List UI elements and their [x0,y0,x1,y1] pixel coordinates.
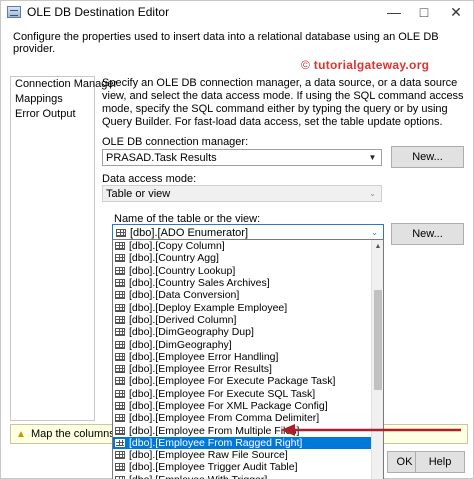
dropdown-scrollbar[interactable]: ▲ [371,240,383,479]
scroll-up-icon[interactable]: ▲ [372,240,383,252]
table-dropdown-item-label: [dbo].[Employee For XML Package Config] [129,400,328,412]
page-item-error-output[interactable]: Error Output [11,107,94,122]
table-dropdown-item-label: [dbo].[Employee For Execute Package Task… [129,375,336,388]
new-connection-button[interactable]: New... [391,146,464,168]
table-icon [115,315,125,324]
table-dropdown-item-label: [dbo].[DimGeography] [129,338,232,351]
table-dropdown-item-label: [dbo].[Employee Error Handling] [129,350,279,363]
page-item-mappings[interactable]: Mappings [11,92,94,107]
minimize-button[interactable]: — [379,1,409,23]
chevron-down-icon[interactable]: ⌄ [364,186,381,201]
table-dropdown-item-label: [dbo].[Country Agg] [129,252,219,265]
page-item-connection-manager[interactable]: Connection Manager [11,77,117,92]
table-icon [115,266,125,275]
table-icon [115,438,125,447]
page-list: Connection Manager Mappings Error Output [10,76,117,421]
table-icon [115,340,125,349]
chevron-down-icon[interactable]: ⌄ [366,225,383,240]
table-dropdown-item[interactable]: [dbo].[Employee For Execute Package Task… [113,375,383,387]
help-button[interactable]: Help [415,451,465,473]
table-dropdown-item-label: [dbo].[Country Lookup] [129,264,236,277]
table-dropdown-item[interactable]: [dbo].[Data Conversion] [113,289,383,301]
data-access-mode-select[interactable]: Table or view ⌄ [102,185,382,202]
table-dropdown-item-label: [dbo].[Employee From Comma Delimiter] [129,412,320,425]
table-dropdown-item-label: [dbo].[Data Conversion] [129,289,240,302]
table-icon [115,451,125,460]
table-dropdown-item[interactable]: [dbo].[Derived Column] [113,314,383,326]
connection-manager-intro: Specify an OLE DB connection manager, a … [102,77,464,128]
table-icon [115,402,125,410]
editor-description: Configure the properties used to insert … [13,31,439,55]
table-icon [116,228,126,237]
table-dropdown-item-label: [dbo].[Employee From Multiple Files] [129,424,300,437]
new-table-button[interactable]: New... [391,223,464,245]
table-icon [115,389,125,398]
table-dropdown-item-label: [dbo].[Country Sales Archives] [129,277,270,290]
table-dropdown-item[interactable]: [dbo].[Country Sales Archives] [113,277,383,289]
table-dropdown-item-label: [dbo].[Employee Raw File Source] [129,449,288,462]
chevron-down-icon[interactable]: ▼ [364,150,381,165]
table-dropdown-item[interactable]: [dbo].[Employee Trigger Audit Table] [113,461,383,473]
table-icon [115,414,125,423]
table-dropdown-item[interactable]: [dbo].[Employee For Execute SQL Task] [113,388,383,400]
window-controls: — □ ✕ [379,1,473,23]
table-dropdown-item-label: [dbo].[Copy Column] [129,240,225,253]
table-dropdown-item-label: [dbo].[Employee Trigger Audit Table] [129,461,298,474]
table-icon [115,426,125,435]
window-title: OLE DB Destination Editor [27,5,170,19]
maximize-button[interactable]: □ [409,1,439,23]
table-dropdown-item[interactable]: [dbo].[Employee Raw File Source] [113,449,383,461]
table-dropdown-item[interactable]: [dbo].[Country Agg] [113,252,383,264]
table-dropdown-item[interactable]: [dbo].[DimGeography Dup] [113,326,383,338]
data-access-mode-label: Data access mode: [102,173,197,185]
table-dropdown-item-label: [dbo].[Employee For Execute SQL Task] [129,387,316,400]
table-dropdown-item-label: [dbo].[Deploy Example Employee] [129,301,288,314]
table-dropdown-item-label: [dbo].[Derived Column] [129,313,237,326]
table-dropdown-item[interactable]: [dbo].[Deploy Example Employee] [113,301,383,314]
table-dropdown-item[interactable]: [dbo].[DimGeography] [113,338,383,351]
watermark: © tutorialgateway.org [301,58,429,72]
table-icon [115,377,125,386]
title-bar[interactable]: OLE DB Destination Editor — □ ✕ [1,1,473,23]
watermark-copyright: © [301,58,311,72]
table-icon [115,242,125,251]
scroll-thumb[interactable] [374,290,382,390]
connection-manager-value: PRASAD.Task Results [106,151,217,164]
table-icon [115,352,125,361]
watermark-text: tutorialgateway.org [313,58,430,72]
table-dropdown-list[interactable]: [dbo].[Copy Column] [dbo].[Country Agg] [d… [112,239,384,479]
warning-icon: ▲ [16,428,26,440]
ole-db-destination-editor-window: OLE DB Destination Editor — □ ✕ Configur… [0,0,474,479]
table-dropdown-item[interactable]: [dbo].[Employee Error Results] [113,363,383,375]
table-dropdown-item[interactable]: [dbo].[Copy Column] [113,240,383,252]
connection-manager-label: OLE DB connection manager: [102,136,249,148]
table-icon [115,291,125,300]
close-button[interactable]: ✕ [439,1,473,23]
table-name-value: [dbo].[ADO Enumerator] [130,226,248,239]
table-dropdown-item[interactable]: [dbo].[Employee For XML Package Config] [113,400,383,412]
annotation-arrow [281,424,461,436]
table-icon [115,303,125,312]
table-dropdown-item[interactable]: [dbo].[Employee From Comma Delimiter] [113,412,383,424]
table-dropdown-item-label: [dbo].[Employee Error Results] [129,363,272,376]
table-dropdown-item-label: [dbo].[Employee From Ragged Right] [129,436,303,449]
table-icon [115,463,125,472]
table-dropdown-items: [dbo].[Copy Column] [dbo].[Country Agg] [d… [113,240,383,479]
table-dropdown-item[interactable]: [dbo].[Country Lookup] [113,265,383,277]
data-access-mode-value: Table or view [106,187,171,200]
table-dropdown-item[interactable]: [dbo].[Employee Error Handling] [113,351,383,363]
table-dropdown-item[interactable]: [dbo].[Employee From Ragged Right] [113,436,383,450]
table-icon [115,279,125,288]
table-icon [115,365,125,374]
table-icon [115,254,125,263]
table-icon [115,328,125,337]
connection-manager-select[interactable]: PRASAD.Task Results ▼ [102,149,382,166]
table-dropdown-item-label: [dbo].[DimGeography Dup] [129,326,254,339]
table-dropdown-item-label: [dbo].[Employee With Trigger] [129,474,267,479]
ole-db-destination-icon [7,6,21,18]
annotation-arrow-head [281,424,295,436]
table-dropdown-item[interactable]: [dbo].[Employee With Trigger] [113,474,383,479]
